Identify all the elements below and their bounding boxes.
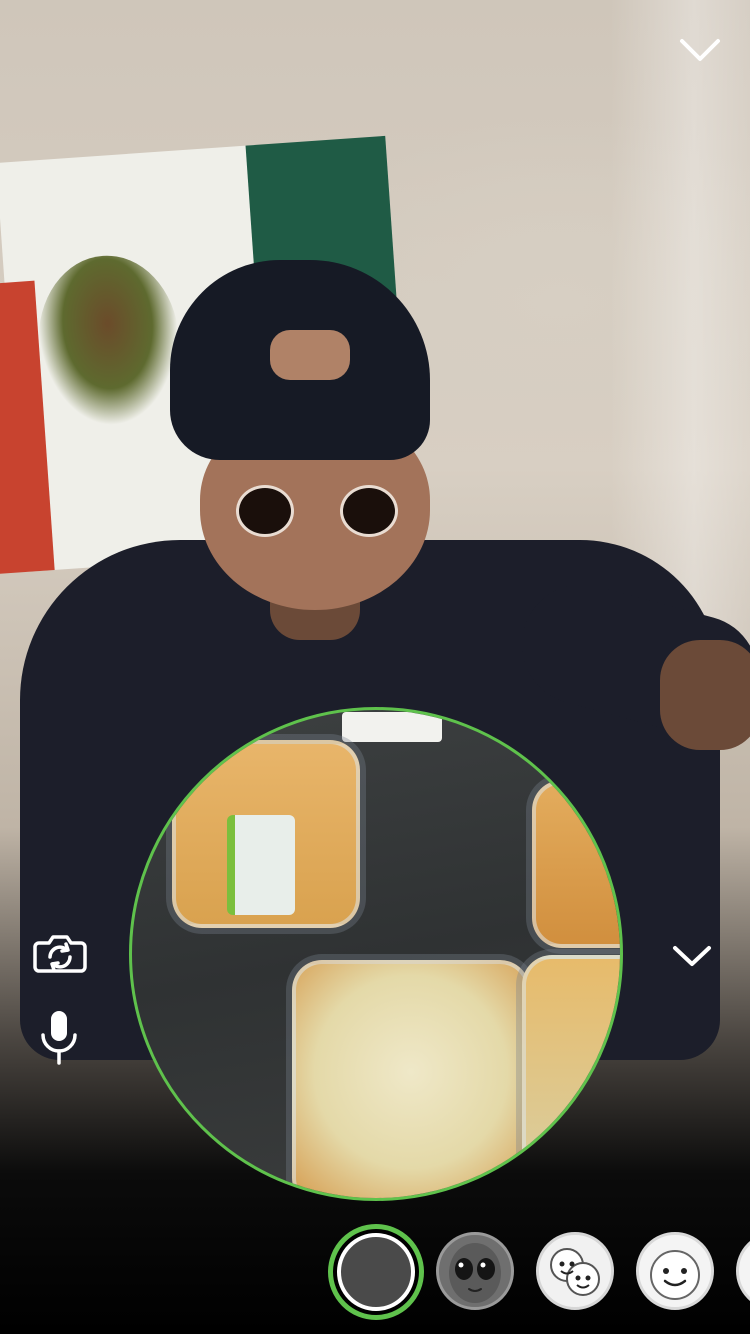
alien-face-icon xyxy=(449,1243,501,1303)
flip-camera-icon xyxy=(33,935,87,973)
lens-smile-face[interactable] xyxy=(636,1232,714,1310)
lens-twin-faces[interactable] xyxy=(536,1232,614,1310)
capture-button-inner xyxy=(337,1233,415,1311)
microphone-icon xyxy=(41,1011,77,1065)
secondary-camera-preview[interactable] xyxy=(129,707,623,1201)
lens-alien-face[interactable] xyxy=(436,1232,514,1310)
flip-camera-button[interactable] xyxy=(32,928,88,978)
chevron-down-icon xyxy=(673,946,711,966)
food-tray xyxy=(532,780,620,948)
microphone-button[interactable] xyxy=(36,1008,82,1066)
smile-face-icon xyxy=(650,1250,700,1300)
food-tray xyxy=(292,960,530,1198)
capture-button[interactable] xyxy=(328,1224,424,1320)
camera-screen xyxy=(0,0,750,1334)
lens-partial-face[interactable] xyxy=(736,1232,750,1310)
more-options-button[interactable] xyxy=(668,936,716,976)
collapse-button[interactable] xyxy=(674,30,726,70)
face-lens-icon xyxy=(739,1235,750,1307)
food-tray xyxy=(522,955,620,1193)
chevron-down-icon xyxy=(680,39,720,61)
twin-faces-icon xyxy=(550,1248,600,1296)
